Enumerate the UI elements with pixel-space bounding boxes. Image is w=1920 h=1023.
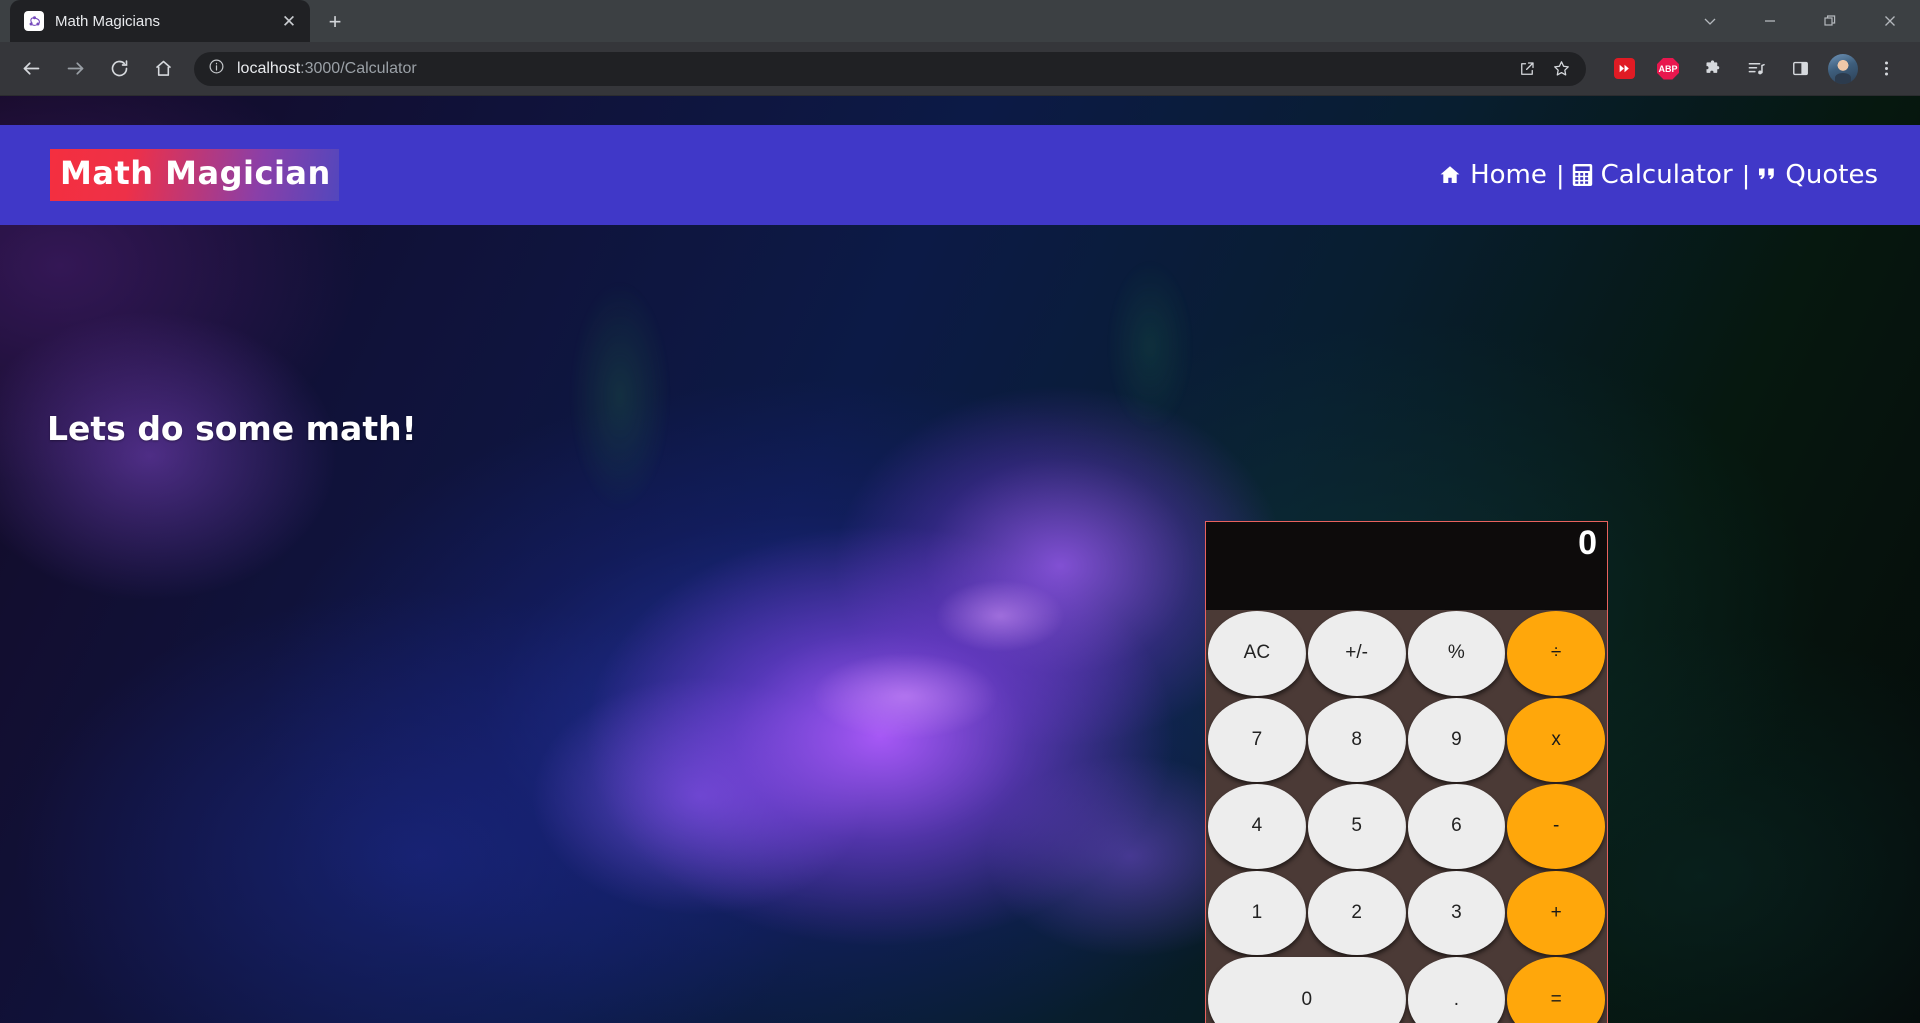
browser-tab[interactable]: Math Magicians ✕ [10,0,310,42]
home-icon[interactable] [144,50,182,88]
url-host: localhost [237,59,301,77]
calculator-key-[interactable]: ÷ [1507,611,1605,696]
url-path: :3000/Calculator [300,59,417,77]
nebula-background-image [0,96,1920,1023]
nav-item-quotes-label: Quotes [1785,160,1878,190]
calculator-key-0[interactable]: 0 [1208,957,1406,1023]
redux-logo-icon [24,11,44,31]
nav-separator-2: | [1742,159,1750,190]
calculator-key-1[interactable]: 1 [1208,870,1306,956]
fast-forward-icon[interactable] [1607,52,1641,86]
calculator-key-4[interactable]: 4 [1208,784,1306,869]
calculator-key-5[interactable]: 5 [1307,784,1406,869]
calculator-key-[interactable]: +/- [1307,611,1406,696]
three-dots-icon[interactable] [1869,52,1903,86]
calculator-key-AC[interactable]: AC [1208,611,1306,696]
calculator-display-value: 0 [1578,524,1597,562]
calculator-key-3[interactable]: 3 [1407,870,1506,956]
nav-item-calculator[interactable]: Calculator [1572,160,1733,190]
page-title: Lets do some math! [47,409,417,448]
side-panel-icon[interactable] [1783,52,1817,86]
quote-icon [1757,163,1777,187]
arrow-left-icon[interactable] [12,50,50,88]
nav-item-home[interactable]: Home [1438,160,1547,190]
abp-icon[interactable]: ABP [1651,52,1685,86]
reload-icon[interactable] [100,50,138,88]
puzzle-icon[interactable] [1695,52,1729,86]
page-viewport: Math Magician Home | Calculator | Quotes… [0,96,1920,1023]
calculator-key-7[interactable]: 7 [1208,697,1306,783]
calculator-key-[interactable]: . [1407,957,1506,1023]
abp-label: ABP [1657,57,1679,80]
calculator-key-9[interactable]: 9 [1407,697,1506,783]
calculator-key-x[interactable]: x [1507,697,1605,783]
info-circle-icon[interactable] [208,58,225,80]
share-icon[interactable] [1510,52,1544,86]
close-icon[interactable] [1860,0,1920,42]
address-bar[interactable]: localhost:3000/Calculator [194,51,1586,86]
nav-item-quotes[interactable]: Quotes [1757,160,1878,190]
site-header: Math Magician Home | Calculator | Quotes [0,125,1920,225]
calculator-key-8[interactable]: 8 [1307,697,1406,783]
main-navigation: Home | Calculator | Quotes [1438,160,1878,191]
arrow-right-icon[interactable] [56,50,94,88]
calculator-key-[interactable]: % [1407,611,1506,696]
calculator-display: 0 [1206,522,1607,610]
calculator-key-6[interactable]: 6 [1407,784,1506,869]
calculator-icon [1572,163,1593,187]
calculator-key-2[interactable]: 2 [1307,870,1406,956]
calculator-keypad: AC +/-% ÷ 7 8 9 x 4 5 6- 1 2 3 +0. = [1206,610,1607,1023]
omnibox-actions [1510,52,1578,86]
calculator-widget: 0 AC +/-% ÷ 7 8 9 x 4 5 6- 1 2 3 +0. = [1205,521,1608,1023]
calculator-key-[interactable]: + [1507,870,1605,956]
nav-item-home-label: Home [1470,160,1547,190]
calculator-key-[interactable]: = [1507,957,1605,1023]
site-logo-text: Math Magician [60,154,331,192]
music-list-icon[interactable] [1739,52,1773,86]
close-icon[interactable]: ✕ [278,10,300,32]
calculator-key-[interactable]: - [1507,784,1605,869]
extension-icons: ABP [1602,52,1908,86]
tab-strip: Math Magicians ✕ + [0,0,1920,42]
nav-separator-1: | [1556,159,1564,190]
minimize-icon[interactable] [1740,0,1800,42]
page-top-strip [0,96,1920,125]
browser-window: Math Magicians ✕ + localhost:3000/Calcul… [0,0,1920,1023]
browser-toolbar: localhost:3000/Calculator ABP [0,42,1920,96]
url-text: localhost:3000/Calculator [237,60,417,78]
restore-icon[interactable] [1800,0,1860,42]
window-controls [1680,0,1920,42]
nav-item-calculator-label: Calculator [1600,160,1733,190]
star-icon[interactable] [1544,52,1578,86]
site-logo[interactable]: Math Magician [50,149,339,201]
tab-title: Math Magicians [55,12,161,30]
home-icon [1438,163,1462,187]
plus-icon[interactable]: + [318,5,352,39]
avatar[interactable] [1828,53,1858,84]
chevron-down-icon[interactable] [1680,0,1740,42]
